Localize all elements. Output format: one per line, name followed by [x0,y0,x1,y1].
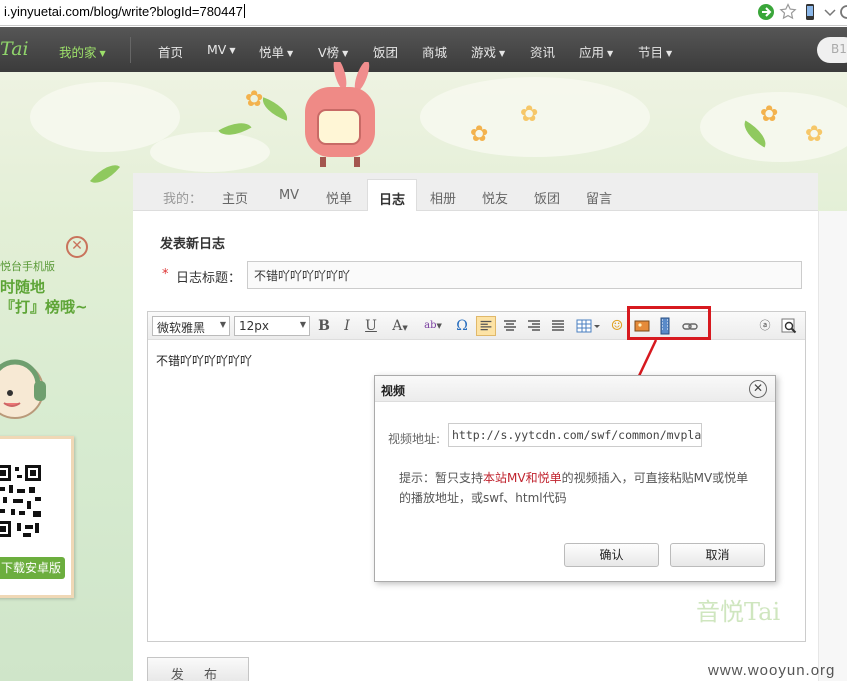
cancel-button[interactable]: 取消 [670,543,765,567]
italic-icon[interactable]: I [337,316,357,336]
dialog-title: 视频 [381,384,406,398]
close-icon[interactable]: ✕ [66,236,88,258]
promo-line-3: 『打』榜哦~ [0,298,88,316]
nav-divider [130,37,131,63]
bold-icon[interactable]: B [314,316,334,336]
publish-button[interactable]: 发 布 [147,657,249,681]
nav-item-home[interactable]: 首页 [158,42,183,61]
star-icon[interactable] [779,3,797,21]
tab-playlist[interactable]: 悦单 [321,179,357,211]
preview-icon[interactable] [779,316,799,336]
align-right-icon[interactable] [524,316,544,336]
nav-item-vchart[interactable]: V榜 ▼ [318,42,348,61]
top-navigation: Tai 我的家 ▼ 首页 MV ▼ 悦单 ▼ V榜 ▼ 饭团 商城 游戏 ▼ 资讯 应用 ▼… [0,27,847,72]
chevron-down-icon: ▼ [229,46,236,55]
nav-item-apps[interactable]: 应用 ▼ [579,42,613,61]
chevron-down-icon: ▼ [666,49,673,58]
site-logo[interactable]: Tai [0,38,29,60]
nav-item-playlist[interactable]: 悦单 ▼ [259,42,293,61]
qr-code[interactable] [0,463,45,541]
tab-prefix: 我的： [163,192,203,207]
chevron-down-icon: ▼ [219,320,226,329]
page-watermark: www.wooyun.org [708,662,836,679]
emoticon-icon[interactable]: ☺ [607,316,627,336]
chevron-down-icon: ▼ [499,49,506,58]
title-input[interactable]: 不错吖吖吖吖吖吖 [247,261,802,289]
form-heading: 发表新日志 [160,237,226,252]
tab-home[interactable]: 主页 [217,179,253,211]
highlight-color-icon[interactable]: ab▼ [418,316,448,336]
refresh-icon[interactable] [838,3,847,21]
mascot-tv-bunny [305,62,375,167]
tab-fanclub[interactable]: 饭团 [529,179,565,211]
chevron-down-icon: ▼ [607,49,614,58]
promo-line-1: 悦台手机版 [0,260,55,273]
nav-item-fanclub[interactable]: 饭团 [373,42,398,61]
table-icon[interactable] [574,316,602,336]
editor-body-text[interactable]: 不错吖吖吖吖吖吖 [156,352,252,369]
go-icon[interactable] [757,3,775,21]
chevron-down-icon: ▼ [99,49,106,58]
tab-album[interactable]: 相册 [425,179,461,211]
close-icon[interactable]: ✕ [749,380,767,398]
required-mark: * [162,267,169,282]
tab-bar: 我的： 主页 MV 悦单 日志 相册 悦友 饭团 留言 [133,173,818,211]
dialog-tip: 提示：暂只支持本站MV和悦单的视频插入，可直接粘贴MV或悦单的播放地址，或swf… [399,471,749,505]
chevron-down-icon: ▼ [299,320,306,329]
tab-mv[interactable]: MV [271,179,307,211]
nav-item-my-home[interactable]: 我的家 ▼ [59,42,106,61]
mascot-headphones [0,359,46,419]
video-dialog: 视频 ✕ 视频地址: http://s.yytcdn.com/swf/commo… [374,375,776,582]
nav-item-shows[interactable]: 节目 ▼ [638,42,672,61]
font-family-select[interactable]: 微软雅黑 ▼ [152,316,230,336]
special-char-icon[interactable]: Ω [452,316,472,336]
qr-card: 下载安卓版 [0,436,74,598]
annotation-highlight-box [627,306,711,340]
tab-blog[interactable]: 日志 [367,179,417,211]
source-code-icon[interactable]: ⓐ [755,316,775,336]
video-url-label: 视频地址: [388,432,441,446]
font-size-select[interactable]: 12px ▼ [234,316,310,336]
chevron-down-icon: ▼ [342,49,349,58]
nav-item-news[interactable]: 资讯 [530,42,555,61]
confirm-button[interactable]: 确认 [564,543,659,567]
align-justify-icon[interactable] [548,316,568,336]
align-center-icon[interactable] [500,316,520,336]
search-input[interactable]: B1 [817,37,847,63]
right-sidebar [818,211,847,681]
underline-icon[interactable]: U [361,316,381,336]
download-android-button[interactable]: 下载安卓版 [0,557,65,579]
editor-watermark: 音悦Tai [696,598,781,626]
browser-address-bar[interactable]: i.yinyuetai.com/blog/write?blogId=780447 [0,0,847,26]
dialog-header: 视频 ✕ [375,376,775,402]
font-color-icon[interactable]: A▼ [386,316,414,336]
align-left-icon[interactable] [476,316,496,336]
chevron-down-icon[interactable] [821,3,839,21]
nav-item-games[interactable]: 游戏 ▼ [471,42,505,61]
mobile-icon[interactable] [801,3,819,21]
nav-item-shop[interactable]: 商城 [422,42,447,61]
chevron-down-icon: ▼ [287,49,294,58]
promo-line-2: 时随地 [0,278,46,296]
video-url-input[interactable]: http://s.yytcdn.com/swf/common/mvplayer.… [448,423,702,447]
url-field[interactable]: i.yinyuetai.com/blog/write?blogId=780447 [4,4,245,19]
tab-friends[interactable]: 悦友 [477,179,513,211]
nav-item-mv[interactable]: MV ▼ [207,42,236,57]
title-label: 日志标题： [176,271,242,286]
tab-messages[interactable]: 留言 [581,179,617,211]
